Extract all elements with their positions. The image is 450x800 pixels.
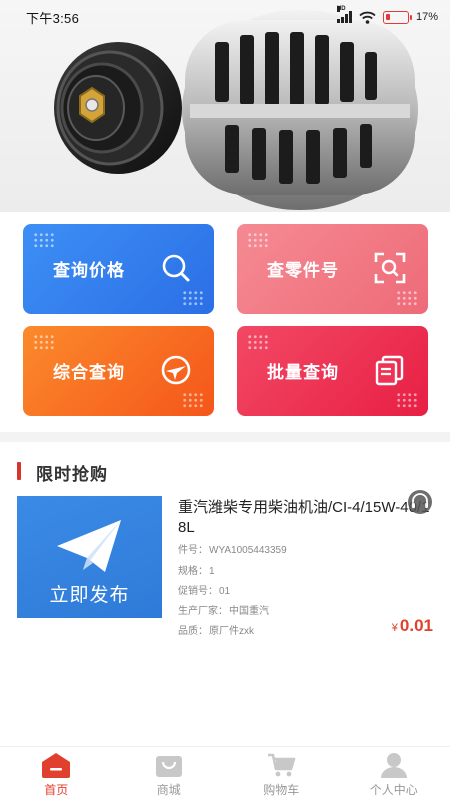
cart-icon (268, 753, 296, 777)
publish-now-label: 立即发布 (49, 585, 130, 606)
decor-dots (247, 334, 269, 350)
paper-plane-icon (57, 520, 121, 572)
customer-service-icon[interactable] (408, 490, 432, 514)
tab-label: 商城 (156, 783, 181, 797)
tile-label: 综合查询 (53, 363, 125, 382)
decor-dots (33, 232, 55, 248)
product-price: ¥0.01 (392, 616, 433, 636)
tile-label: 查询价格 (53, 261, 125, 280)
decor-dots (396, 392, 418, 408)
product-spec: 规格：1 (178, 562, 215, 577)
field-key: 生产厂家： (178, 606, 228, 617)
decor-dots (182, 392, 204, 408)
section-divider (0, 432, 450, 442)
product-image[interactable]: 立即发布 (17, 496, 162, 618)
status-indicators: HD 17% (336, 6, 438, 24)
tab-label: 个人中心 (369, 783, 418, 797)
field-key: 件号： (178, 545, 208, 556)
status-time: 下午3:56 (26, 10, 80, 26)
query-price-tile[interactable]: 查询价格 (23, 224, 214, 314)
currency-symbol: ¥ (391, 622, 398, 634)
decor-dots (182, 290, 204, 306)
search-icon (162, 254, 190, 282)
product-promo-number: 促销号：01 (178, 582, 230, 597)
price-value: 0.01 (399, 616, 433, 635)
shop-bag-icon (155, 756, 182, 777)
tab-label: 购物车 (263, 783, 300, 797)
tab-cart[interactable]: 购物车 (225, 747, 338, 800)
signal-icon: HD (336, 6, 352, 23)
network-type: HD (336, 6, 346, 12)
tab-shop[interactable]: 商城 (113, 747, 226, 800)
battery-icon (382, 10, 412, 24)
field-value: WYA1005443359 (209, 545, 287, 556)
decor-dots (33, 334, 55, 350)
tab-home[interactable]: 首页 (0, 747, 113, 800)
product-part-number: 件号：WYA1005443359 (178, 541, 287, 556)
field-value: 1 (209, 566, 215, 577)
decor-dots (247, 232, 269, 248)
field-key: 规格： (178, 566, 208, 577)
field-value: 中国重汽 (229, 606, 269, 617)
battery-percent: 17% (415, 11, 438, 23)
tab-label: 首页 (44, 783, 69, 797)
tab-profile[interactable]: 个人中心 (338, 747, 450, 800)
section-accent-bar (17, 462, 21, 480)
product-quality: 品质：原厂件zxk (178, 622, 254, 637)
plane-circle-icon (161, 355, 191, 385)
combined-query-tile[interactable]: 综合查询 (23, 326, 214, 416)
headset-icon (412, 493, 428, 508)
bottom-tab-bar: 首页 商城 购物车 个人中心 (0, 746, 450, 800)
documents-icon (375, 355, 404, 386)
user-icon (380, 753, 407, 778)
product-manufacturer: 生产厂家：中国重汽 (178, 602, 269, 617)
query-part-number-tile[interactable]: 查零件号 (237, 224, 428, 314)
status-bar: 下午3:56 HD 17% (0, 0, 450, 34)
field-key: 品质： (178, 626, 208, 637)
tile-label: 查零件号 (267, 261, 339, 280)
field-key: 促销号： (178, 586, 218, 597)
product-title[interactable]: 重汽潍柴专用柴油机油/CI-4/15W-40/18L (178, 498, 433, 538)
field-value: 原厂件zxk (209, 626, 254, 637)
wifi-icon (359, 11, 376, 24)
flash-sale-title: 限时抢购 (36, 465, 108, 484)
batch-query-tile[interactable]: 批量查询 (237, 326, 428, 416)
scan-icon (374, 252, 406, 284)
product-card[interactable]: 立即发布 重汽潍柴专用柴油机油/CI-4/15W-40/18L 件号：WYA10… (17, 490, 437, 637)
tile-label: 批量查询 (267, 363, 339, 382)
home-icon (42, 753, 71, 778)
field-value: 01 (219, 586, 231, 597)
decor-dots (396, 290, 418, 306)
